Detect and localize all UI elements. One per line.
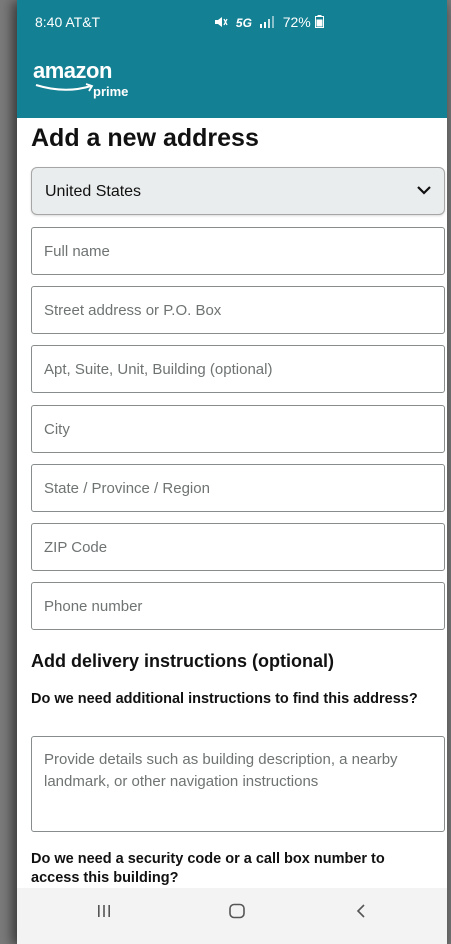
page-title: Add a new address bbox=[31, 124, 259, 152]
state-input[interactable] bbox=[31, 464, 445, 512]
network-label: 5G bbox=[235, 16, 252, 30]
country-select-value: United States bbox=[45, 183, 142, 200]
battery-icon bbox=[314, 15, 324, 28]
phone-screen: 8:40 AT&T 5G 72% amazon prime Add a new … bbox=[17, 0, 447, 944]
amazon-prime-logo[interactable]: amazon prime bbox=[33, 58, 128, 99]
find-address-question: Do we need additional instructions to fi… bbox=[31, 691, 418, 707]
status-time-carrier: 8:40 AT&T bbox=[35, 14, 101, 30]
apt-suite-input[interactable] bbox=[31, 345, 445, 393]
delivery-instructions-title: Add delivery instructions (optional) bbox=[31, 651, 335, 671]
street-address-input[interactable] bbox=[31, 286, 445, 334]
logo-prime-text: prime bbox=[93, 84, 129, 99]
recent-apps-icon[interactable] bbox=[95, 902, 113, 920]
android-nav-bar bbox=[17, 888, 447, 944]
mute-icon bbox=[215, 17, 228, 27]
delivery-instructions-textarea[interactable] bbox=[31, 736, 445, 832]
smile-arrow-icon bbox=[35, 83, 94, 92]
security-code-question: Do we need a security code or a call box… bbox=[31, 851, 385, 886]
back-icon[interactable] bbox=[353, 902, 371, 920]
zip-code-input[interactable] bbox=[31, 523, 445, 571]
city-input[interactable] bbox=[31, 405, 445, 453]
home-icon[interactable] bbox=[227, 902, 247, 920]
phone-number-input[interactable] bbox=[31, 582, 445, 630]
status-bar: 8:40 AT&T 5G 72% bbox=[17, 0, 447, 44]
battery-percent: 72% bbox=[282, 14, 311, 30]
signal-icon bbox=[259, 16, 274, 28]
chevron-down-icon bbox=[417, 186, 431, 195]
full-name-input[interactable] bbox=[31, 227, 445, 275]
status-indicators: 5G 72% bbox=[214, 14, 324, 30]
country-select[interactable]: United States bbox=[31, 167, 445, 215]
logo-amazon-text: amazon bbox=[33, 58, 112, 83]
